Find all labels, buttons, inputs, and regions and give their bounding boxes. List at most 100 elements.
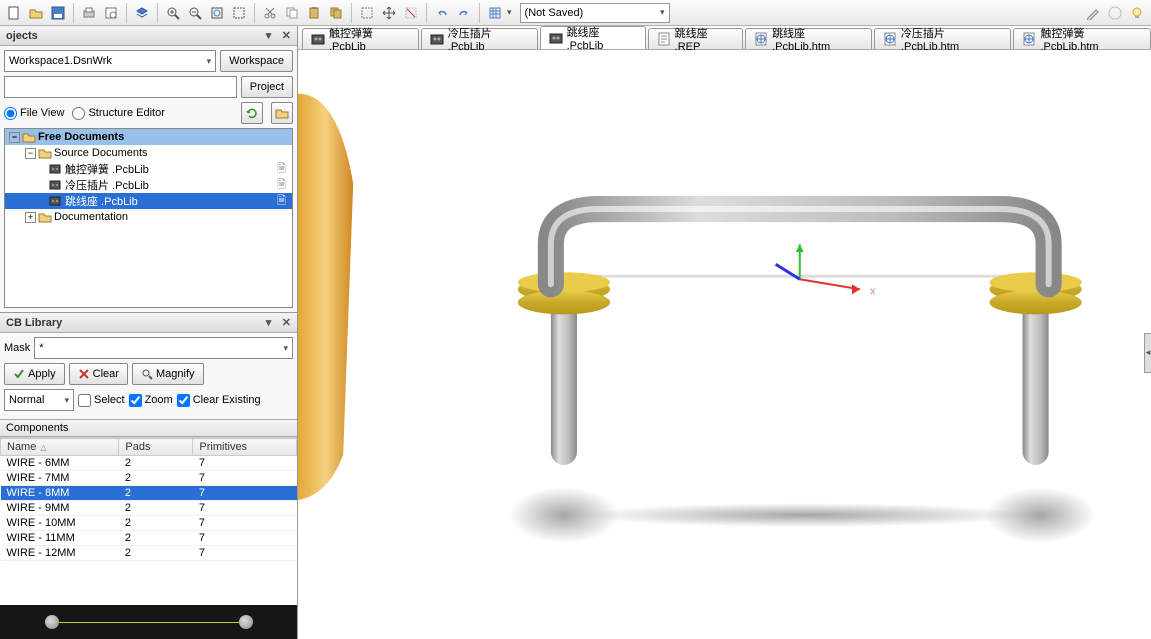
chevron-down-icon: ▾ [207, 56, 212, 67]
mode-combo[interactable]: Normal ▾ [4, 389, 74, 411]
tree-item[interactable]: 触控弹簧 .PcbLib 🗎 [5, 161, 292, 177]
tree-item-label: 冷压插片 .PcbLib [65, 177, 149, 193]
3d-model: x [298, 50, 1151, 639]
structure-editor-radio[interactable]: Structure Editor [72, 107, 164, 120]
table-row[interactable]: WIRE - 9MM27 [1, 501, 297, 516]
clear-existing-label: Clear Existing [193, 394, 261, 406]
table-row[interactable]: WIRE - 12MM27 [1, 546, 297, 561]
project-input[interactable] [4, 76, 237, 98]
mask-label: Mask [4, 342, 30, 354]
pcb-file-icon [49, 179, 63, 191]
component-preview [0, 605, 297, 639]
select-checkbox[interactable]: Select [78, 394, 125, 407]
table-row[interactable]: WIRE - 11MM27 [1, 531, 297, 546]
clear-existing-checkbox[interactable]: Clear Existing [177, 394, 261, 407]
zoom-fit-icon[interactable] [207, 3, 227, 23]
tree-doc-label: Documentation [54, 211, 128, 223]
folder-icon [38, 147, 52, 159]
project-button[interactable]: Project [241, 76, 293, 98]
tree-root[interactable]: − Free Documents [5, 129, 292, 145]
col-primitives[interactable]: Primitives [193, 439, 297, 456]
clear-button[interactable]: Clear [69, 363, 128, 385]
grid-icon[interactable] [485, 3, 505, 23]
folder-icon[interactable] [271, 102, 293, 124]
refresh-icon[interactable] [241, 102, 263, 124]
redo-icon[interactable] [454, 3, 474, 23]
tab--PcbLib[interactable]: 冷压插片 .PcbLib [421, 28, 538, 49]
col-pads[interactable]: Pads [119, 439, 193, 456]
copy-icon[interactable] [282, 3, 302, 23]
zoom-in-icon[interactable] [163, 3, 183, 23]
tab--PcbLib-htm[interactable]: 触控弹簧 .PcbLib.htm [1013, 28, 1151, 49]
info-icon[interactable] [1105, 3, 1125, 23]
panel-menu-icon[interactable]: ▾ [266, 316, 272, 329]
workspace-value: Workspace1.DsnWrk [9, 55, 112, 67]
workspace-combo[interactable]: Workspace1.DsnWrk ▾ [4, 50, 216, 72]
tree-documentation[interactable]: + Documentation [5, 209, 292, 225]
col-name[interactable]: Name△ [1, 439, 119, 456]
new-icon[interactable] [4, 3, 24, 23]
select-label: Select [94, 394, 125, 406]
tab--PcbLib-htm[interactable]: 冷压插片 .PcbLib.htm [874, 28, 1012, 49]
save-icon[interactable] [48, 3, 68, 23]
magnify-button[interactable]: Magnify [132, 363, 204, 385]
panel-collapse-grip[interactable]: ◂ [1144, 333, 1151, 373]
htm-file-icon [1022, 32, 1036, 46]
tab--REP[interactable]: 跳线座 .REP [648, 28, 743, 49]
tab-label: 冷压插片 .PcbLib [448, 25, 529, 53]
pcb-file-icon [49, 195, 63, 207]
file-view-radio[interactable]: File View [4, 107, 64, 120]
table-row[interactable]: WIRE - 6MM27 [1, 456, 297, 471]
3d-viewport[interactable]: x [298, 50, 1151, 639]
filter-combo[interactable]: (Not Saved) ▾ [520, 3, 670, 23]
select-rect-icon[interactable] [357, 3, 377, 23]
tree-item[interactable]: 冷压插片 .PcbLib 🗎 [5, 177, 292, 193]
expand-icon[interactable]: + [25, 212, 36, 223]
project-button-label: Project [250, 81, 284, 93]
zoom-checkbox[interactable]: Zoom [129, 394, 173, 407]
preview-icon[interactable] [101, 3, 121, 23]
tab--PcbLib-htm[interactable]: 跳线座 .PcbLib.htm [745, 28, 872, 49]
paste-icon[interactable] [304, 3, 324, 23]
document-tabbar: 触控弹簧 .PcbLib冷压插片 .PcbLib跳线座 .PcbLib跳线座 .… [298, 26, 1151, 50]
mask-combo[interactable]: * ▾ [34, 337, 293, 359]
apply-button[interactable]: Apply [4, 363, 65, 385]
chevron-down-icon: ▾ [64, 395, 69, 406]
table-row[interactable]: WIRE - 7MM27 [1, 471, 297, 486]
collapse-icon[interactable]: − [25, 148, 36, 159]
table-row[interactable]: WIRE - 8MM27 [1, 486, 297, 501]
zoom-region-icon[interactable] [229, 3, 249, 23]
bulb-icon[interactable] [1127, 3, 1147, 23]
workspace-button-label: Workspace [229, 55, 284, 67]
components-grid[interactable]: Name△ Pads Primitives WIRE - 6MM27WIRE -… [0, 437, 297, 605]
print-icon[interactable] [79, 3, 99, 23]
panel-menu-icon[interactable]: ▾ [266, 29, 272, 42]
tree-item-active[interactable]: 跳线座 .PcbLib 🗎 [5, 193, 292, 209]
cut-icon[interactable] [260, 3, 280, 23]
tree-source[interactable]: − Source Documents [5, 145, 292, 161]
grid-dropdown-icon[interactable]: ▾ [507, 7, 512, 18]
move-icon[interactable] [379, 3, 399, 23]
panel-close-icon[interactable]: ✕ [282, 316, 291, 329]
open-icon[interactable] [26, 3, 46, 23]
workspace-button[interactable]: Workspace [220, 50, 293, 72]
deselect-icon[interactable] [401, 3, 421, 23]
panel-close-icon[interactable]: ✕ [282, 29, 291, 42]
tab--PcbLib[interactable]: 触控弹簧 .PcbLib [302, 28, 419, 49]
pencil-icon[interactable] [1083, 3, 1103, 23]
tree-root-label: Free Documents [38, 131, 124, 143]
collapse-icon[interactable]: − [9, 132, 20, 143]
projects-tree[interactable]: − Free Documents − Source Documents 触控弹簧… [4, 128, 293, 308]
x-icon [78, 368, 90, 380]
table-row[interactable]: WIRE - 10MM27 [1, 516, 297, 531]
clear-label: Clear [93, 368, 119, 380]
zoom-out-icon[interactable] [185, 3, 205, 23]
layers-icon[interactable] [132, 3, 152, 23]
tab-label: 触控弹簧 .PcbLib [329, 25, 410, 53]
undo-icon[interactable] [432, 3, 452, 23]
duplicate-icon[interactable] [326, 3, 346, 23]
col-pads-label: Pads [125, 441, 150, 453]
tab--PcbLib[interactable]: 跳线座 .PcbLib [540, 26, 646, 49]
structure-editor-label: Structure Editor [88, 107, 164, 119]
mode-value: Normal [9, 394, 44, 406]
